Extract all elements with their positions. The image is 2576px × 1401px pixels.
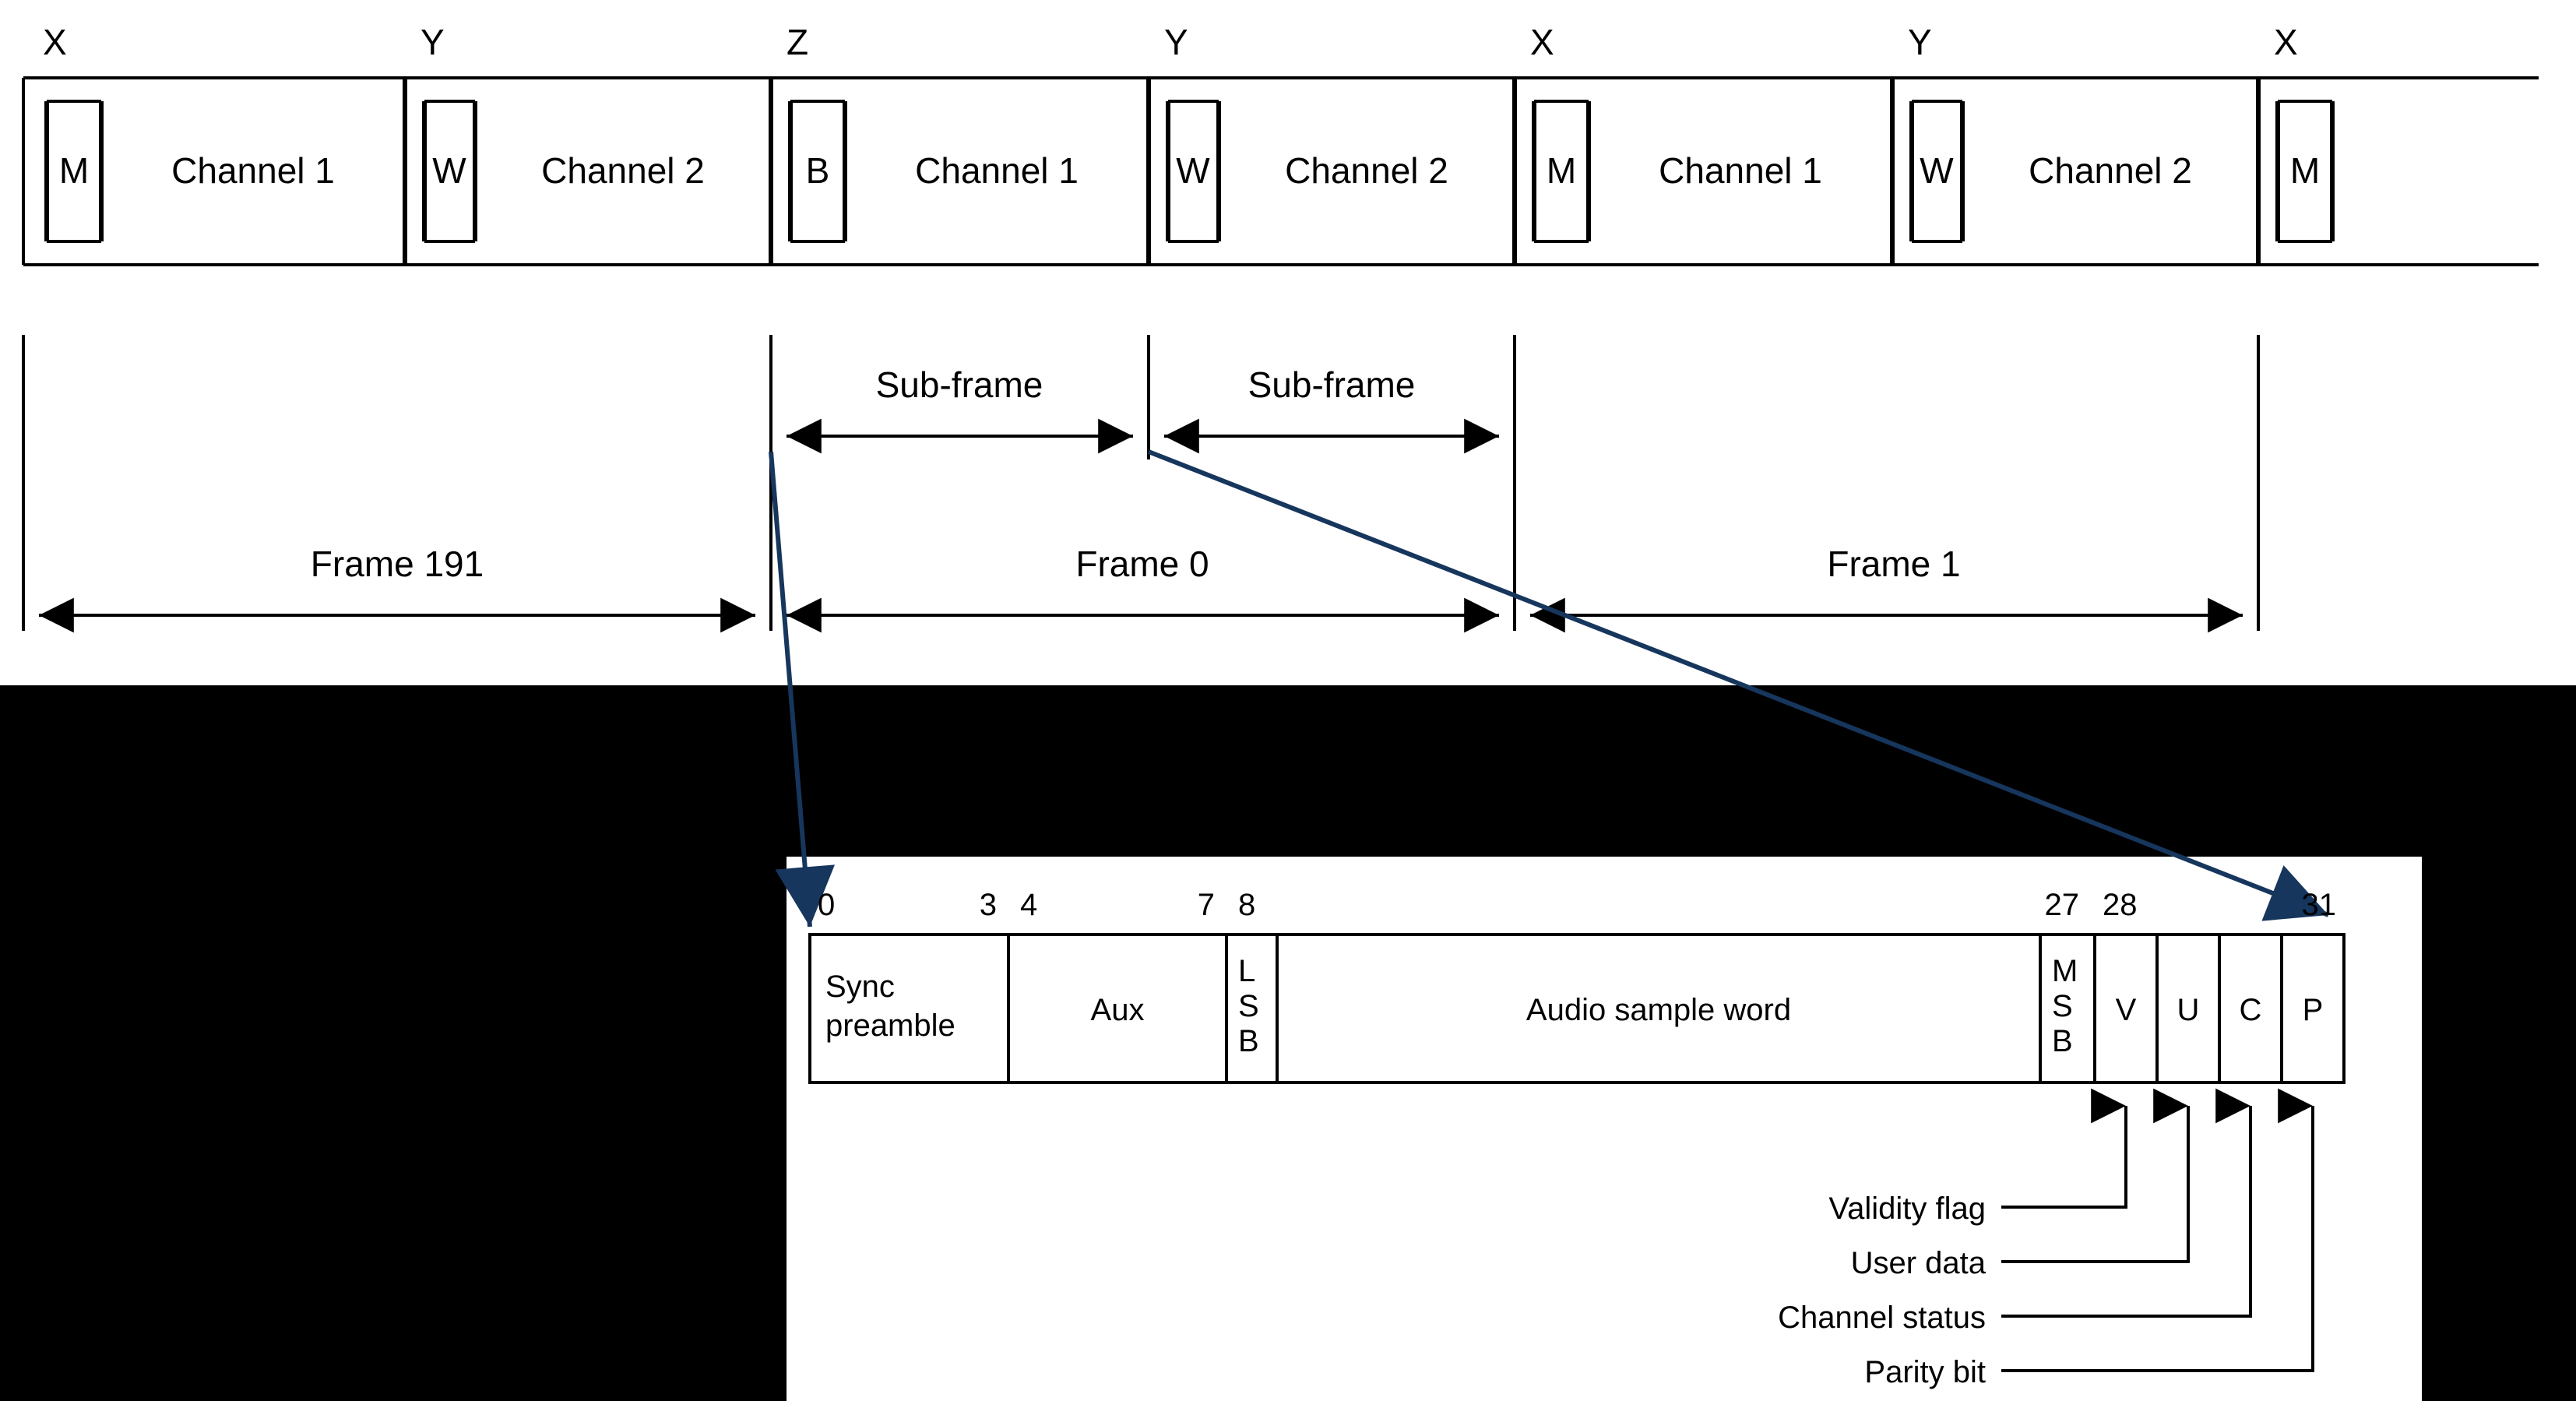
- cell-m1: M: [1547, 150, 1576, 191]
- frame-191: Frame 191: [311, 544, 484, 584]
- field-c: C: [2240, 993, 2262, 1027]
- cell-w2: W: [1920, 150, 1954, 191]
- bit-4: 4: [1020, 888, 1037, 922]
- field-aux: Aux: [1091, 993, 1145, 1027]
- bit-27: 27: [2045, 888, 2080, 922]
- cell-m0: M: [59, 150, 89, 191]
- cell-ch1b: Channel 1: [915, 150, 1079, 191]
- field-lsb-l3: B: [1238, 1024, 1259, 1058]
- cell-m2: M: [2290, 150, 2320, 191]
- frame-0: Frame 0: [1075, 544, 1209, 584]
- cell-ch2b: Channel 2: [1285, 150, 1448, 191]
- legend-validity: Validity flag: [1828, 1192, 1986, 1226]
- subframe-0: Sub-frame: [876, 364, 1043, 405]
- field-msb-l1: M: [2052, 954, 2078, 988]
- marker-x2: X: [2274, 22, 2298, 62]
- field-p: P: [2303, 993, 2324, 1027]
- field-v: V: [2116, 993, 2137, 1027]
- bit-28: 28: [2103, 888, 2138, 922]
- cell-b: B: [806, 150, 830, 191]
- field-audio: Audio sample word: [1526, 993, 1791, 1027]
- field-u: U: [2177, 993, 2200, 1027]
- field-sync-l1: Sync: [825, 970, 895, 1004]
- cell-ch1c: Channel 1: [1659, 150, 1822, 191]
- marker-z: Z: [787, 22, 808, 62]
- legend-user: User data: [1851, 1246, 1987, 1280]
- bit-0: 0: [818, 888, 835, 922]
- cell-ch2a: Channel 2: [541, 150, 705, 191]
- marker-y2: Y: [1908, 22, 1932, 62]
- legend-parity: Parity bit: [1864, 1355, 1986, 1389]
- field-msb-l3: B: [2052, 1024, 2073, 1058]
- frame-1: Frame 1: [1827, 544, 1960, 584]
- cell-ch2c: Channel 2: [2029, 150, 2192, 191]
- field-lsb-l1: L: [1238, 954, 1255, 988]
- marker-x1: X: [1530, 22, 1554, 62]
- marker-y0: Y: [421, 22, 445, 62]
- cell-w0: W: [432, 150, 466, 191]
- cell-ch1a: Channel 1: [171, 150, 335, 191]
- bit-8: 8: [1238, 888, 1255, 922]
- bit-3: 3: [980, 888, 997, 922]
- legend-channel: Channel status: [1778, 1301, 1986, 1335]
- field-sync-l2: preamble: [825, 1009, 955, 1043]
- bit-7: 7: [1198, 888, 1215, 922]
- field-lsb-l2: S: [1238, 989, 1259, 1023]
- cell-w1: W: [1176, 150, 1210, 191]
- marker-y1: Y: [1164, 22, 1188, 62]
- bit-31: 31: [2302, 888, 2337, 922]
- field-msb-l2: S: [2052, 989, 2073, 1023]
- subframe-1: Sub-frame: [1248, 364, 1416, 405]
- marker-x0: X: [43, 22, 67, 62]
